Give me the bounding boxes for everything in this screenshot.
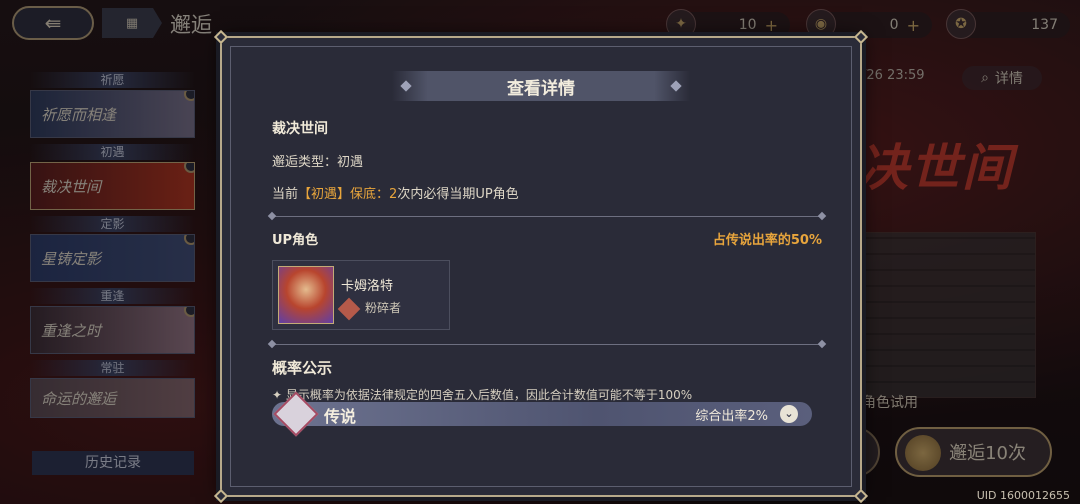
chevron-down-icon[interactable]: ⌄ [780, 405, 798, 423]
rarity-row-legend[interactable]: 传说 综合出率2% ⌄ [272, 391, 812, 437]
banner-type: 邂逅类型：初遇 [272, 155, 364, 170]
banner-name: 裁决世间 [272, 121, 328, 137]
uid-label: UID 1600012655 [976, 489, 1070, 502]
character-portrait [278, 266, 334, 324]
modal-content: 裁决世间 邂逅类型：初遇 当前【初遇】保底：2次内必得当期UP角色 UP角色 占… [272, 118, 822, 403]
up-rate: 占传说出率的50% [712, 233, 822, 248]
divider [272, 216, 822, 217]
character-name: 卡姆洛特 [341, 279, 394, 294]
up-label: UP角色 [272, 233, 319, 248]
rarity-label: 传说 [324, 407, 357, 426]
divider [272, 344, 822, 345]
up-character-card[interactable]: 卡姆洛特 粉碎者 [272, 260, 450, 330]
probability-note: ✦ 显示概率为依据法律规定的四舍五入后数值，因此合计数值可能不等于100% [272, 388, 693, 402]
character-class: 粉碎者 [365, 301, 402, 315]
pity-info: 当前【初遇】保底：2次内必得当期UP角色 [272, 187, 519, 202]
modal-title: 查看详情 [392, 71, 690, 101]
up-header: UP角色 占传说出率的50% [272, 229, 822, 248]
class-icon [337, 297, 361, 321]
rarity-rate: 综合出率2% [695, 409, 768, 424]
probability-title: 概率公示 [272, 359, 333, 377]
detail-modal: 查看详情 裁决世间 邂逅类型：初遇 当前【初遇】保底：2次内必得当期UP角色 U… [213, 29, 869, 504]
